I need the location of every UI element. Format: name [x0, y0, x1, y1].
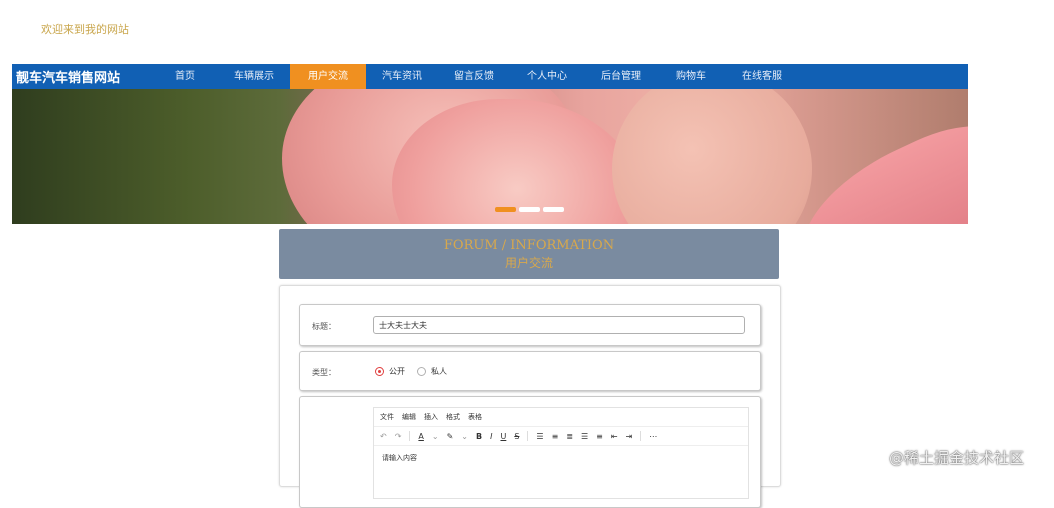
- form-row-content: 文件 编辑 插入 格式 表格 ↶ ↷ A ⌄ ✎ ⌄ B I U S ☰ ≡ ≣…: [299, 396, 761, 508]
- title-input[interactable]: 士大夫士大夫: [373, 316, 745, 334]
- forum-title-cn: 用户交流: [504, 256, 553, 270]
- carousel-indicators: [495, 207, 564, 212]
- hero-banner: [12, 89, 968, 224]
- underline-icon[interactable]: U: [500, 432, 506, 441]
- form-row-title: 标题： 士大夫士大夫: [299, 304, 761, 346]
- main-navbar: 靓车汽车销售网站 首页 车辆展示 用户交流 汽车资讯 留言反馈 个人中心 后台管…: [12, 64, 968, 89]
- text-color-icon[interactable]: A: [418, 432, 423, 441]
- list-icon[interactable]: ≡: [596, 432, 603, 441]
- toolbar-divider: [527, 431, 529, 441]
- more-icon[interactable]: ⋯: [649, 432, 657, 441]
- forum-section-header: FORUM / INFORMATION 用户交流: [279, 229, 779, 279]
- editor-menubar: 文件 编辑 插入 格式 表格: [374, 408, 748, 427]
- nav-item-user-forum[interactable]: 用户交流: [290, 64, 366, 89]
- align-justify-icon[interactable]: ☰: [581, 432, 588, 441]
- align-left-icon[interactable]: ☰: [536, 432, 543, 441]
- editor-content[interactable]: 请输入内容: [374, 446, 748, 470]
- redo-icon[interactable]: ↷: [395, 432, 402, 441]
- nav-item-home[interactable]: 首页: [152, 64, 218, 89]
- type-label: 类型：: [312, 368, 336, 377]
- radio-public-label: 公开: [389, 367, 405, 376]
- chevron-down-icon[interactable]: ⌄: [432, 432, 439, 441]
- chevron-down-icon[interactable]: ⌄: [461, 432, 468, 441]
- site-brand[interactable]: 靓车汽车销售网站: [12, 67, 152, 86]
- form-row-type: 类型： 公开 私人: [299, 351, 761, 391]
- toolbar-divider: [409, 431, 411, 441]
- radio-checked-icon: [375, 367, 384, 376]
- indent-decrease-icon[interactable]: ⇤: [611, 432, 618, 441]
- menu-format[interactable]: 格式: [446, 412, 460, 422]
- menu-table[interactable]: 表格: [468, 412, 482, 422]
- bold-icon[interactable]: B: [476, 432, 482, 441]
- title-label: 标题：: [312, 322, 336, 331]
- nav-item-online-service[interactable]: 在线客服: [724, 64, 800, 89]
- nav-item-admin[interactable]: 后台管理: [584, 64, 658, 89]
- nav-item-personal-center[interactable]: 个人中心: [510, 64, 584, 89]
- highlight-icon[interactable]: ✎: [447, 432, 454, 441]
- toolbar-divider: [640, 431, 642, 441]
- nav-item-cart[interactable]: 购物车: [658, 64, 724, 89]
- indent-increase-icon[interactable]: ⇥: [626, 432, 633, 441]
- menu-file[interactable]: 文件: [380, 412, 394, 422]
- strikethrough-icon[interactable]: S: [514, 432, 519, 441]
- watermark-text: @稀土掘金技术社区: [889, 449, 1025, 467]
- menu-edit[interactable]: 编辑: [402, 412, 416, 422]
- italic-icon[interactable]: I: [490, 432, 492, 441]
- nav-item-feedback[interactable]: 留言反馈: [438, 64, 510, 89]
- menu-insert[interactable]: 插入: [424, 412, 438, 422]
- align-center-icon[interactable]: ≡: [552, 432, 559, 441]
- radio-unchecked-icon: [417, 367, 426, 376]
- carousel-dot[interactable]: [543, 207, 564, 212]
- nav-item-car-news[interactable]: 汽车资讯: [366, 64, 438, 89]
- banner-image-petal: [612, 89, 812, 224]
- welcome-text: 欢迎来到我的网站: [41, 23, 129, 36]
- radio-private[interactable]: 私人: [417, 366, 447, 377]
- post-form: 标题： 士大夫士大夫 类型： 公开 私人 文件 编辑 插入 格式 表格 ↶ ↷: [279, 285, 781, 508]
- editor-toolbar: ↶ ↷ A ⌄ ✎ ⌄ B I U S ☰ ≡ ≣ ☰ ≡ ⇤ ⇥ ⋯: [374, 427, 748, 446]
- carousel-dot[interactable]: [519, 207, 540, 212]
- undo-icon[interactable]: ↶: [380, 432, 387, 441]
- carousel-dot[interactable]: [495, 207, 516, 212]
- radio-public[interactable]: 公开: [375, 366, 405, 377]
- align-right-icon[interactable]: ≣: [566, 432, 573, 441]
- nav-item-car-showcase[interactable]: 车辆展示: [218, 64, 290, 89]
- radio-private-label: 私人: [431, 367, 447, 376]
- rich-text-editor: 文件 编辑 插入 格式 表格 ↶ ↷ A ⌄ ✎ ⌄ B I U S ☰ ≡ ≣…: [373, 407, 749, 499]
- forum-title-en: FORUM / INFORMATION: [443, 238, 615, 253]
